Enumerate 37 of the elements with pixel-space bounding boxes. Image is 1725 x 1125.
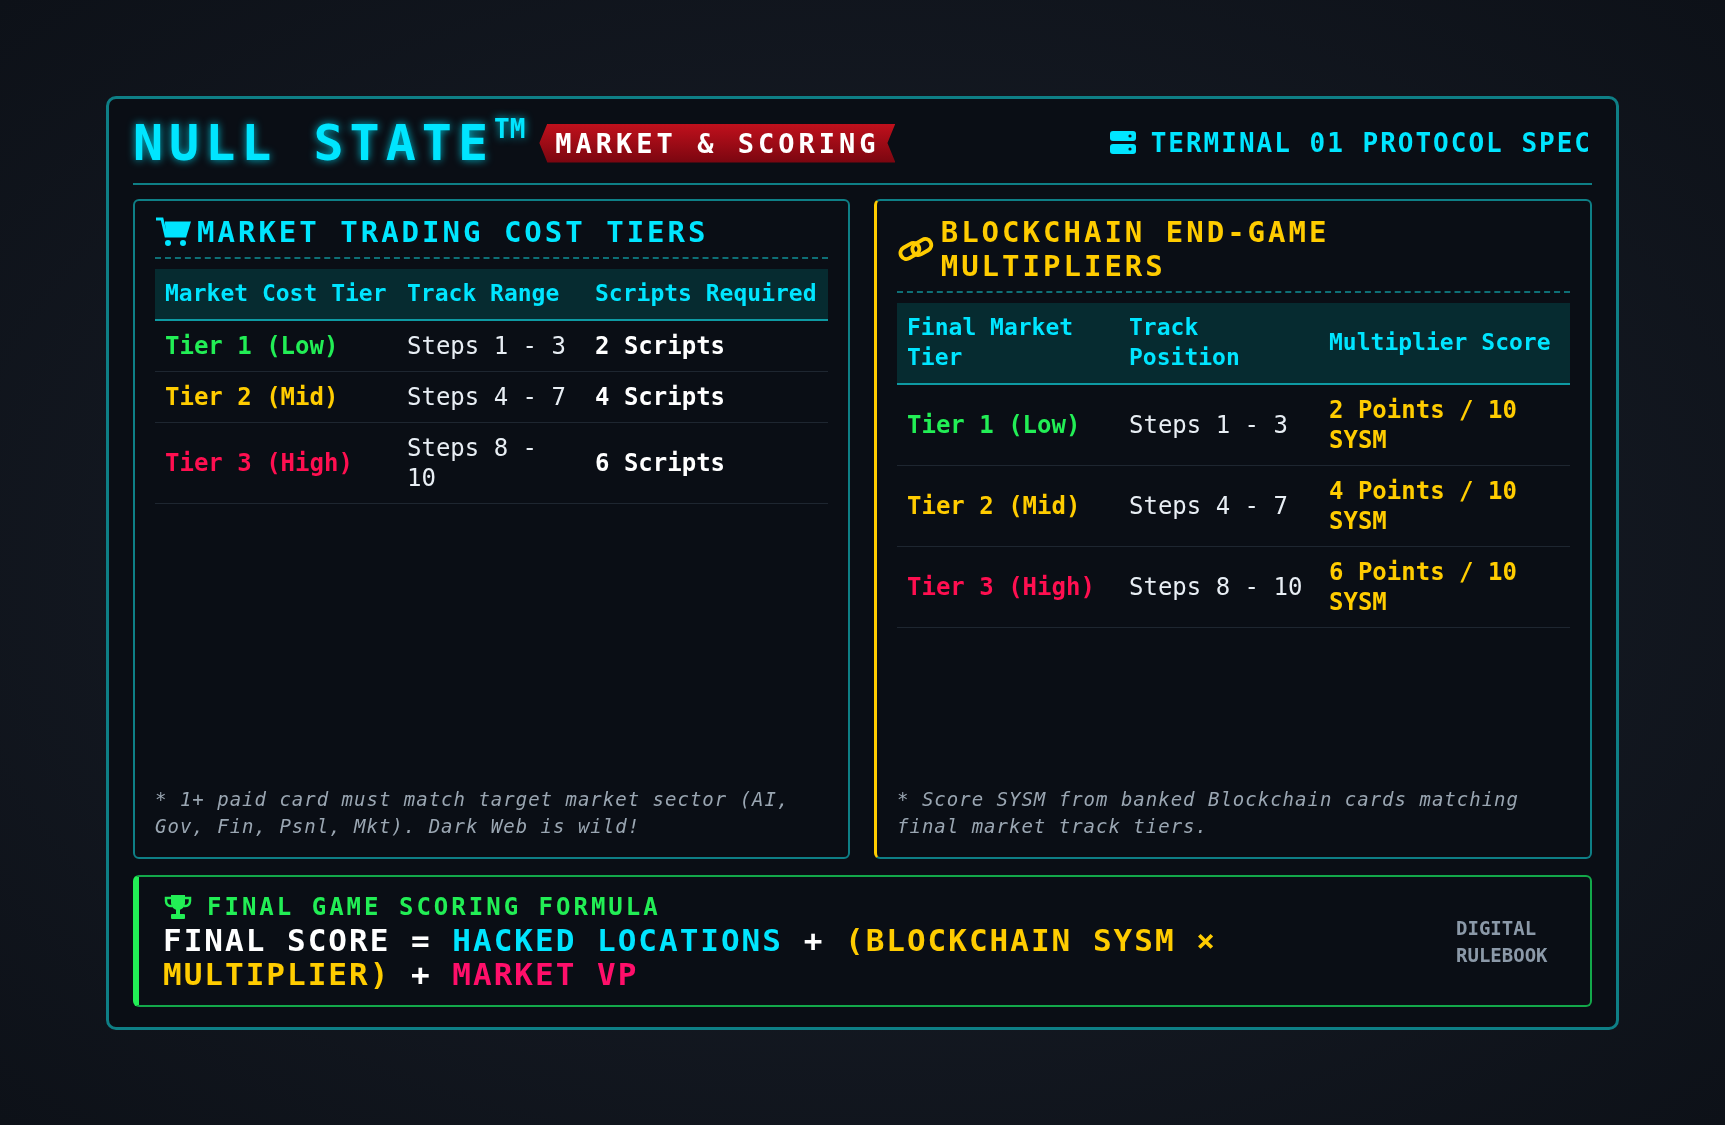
table-cell-text: Tier 2 (Mid) [164, 381, 340, 413]
table-cell-text: 6 Scripts [594, 447, 727, 479]
rulebook-label: DIGITAL RULEBOOK [1456, 916, 1549, 968]
link-icon [897, 235, 935, 263]
table-cell-text: Steps 1 - 3 [406, 330, 567, 362]
column-header: Final Market Tier [906, 313, 1075, 372]
section-banner: MARKET & SCORING [539, 123, 896, 163]
panel-title: MARKET TRADING COST TIERS [197, 215, 709, 249]
column-header: Track Range [406, 279, 561, 308]
table-cell-text: 6 Points / 10 SYSM [1328, 556, 1518, 618]
table-cell-text: Steps 8 - 10 [406, 432, 539, 494]
table-cell-text: Tier 3 (High) [906, 571, 1096, 603]
score-formula: FINAL SCORE = HACKED LOCATIONS + (BLOCKCHAIN SYSM × MULTIPLIER) + MARKET VP [163, 922, 1218, 992]
table-cell-text: Tier 2 (Mid) [906, 490, 1082, 522]
table-cell-text: Steps 4 - 7 [1128, 490, 1289, 522]
table-cell-text: 4 Points / 10 SYSM [1328, 475, 1518, 537]
table-cell-text: Steps 4 - 7 [406, 381, 567, 413]
table-cell-text: Tier 3 (High) [164, 447, 354, 479]
column-header: Market Cost Tier [164, 279, 388, 308]
terminal-label: TERMINAL 01 PROTOCOL SPEC [1150, 128, 1592, 158]
table-cell-text: Tier 1 (Low) [906, 409, 1082, 441]
table-cell-text: 4 Scripts [594, 381, 727, 413]
column-header: Scripts Required [594, 279, 818, 308]
table-cell-text: 2 Scripts [594, 330, 727, 362]
footnote: * 1+ paid card must match target market sector (AI, Gov, Fin, Psnl, Mkt). Dark Web is wild! [155, 786, 791, 840]
footnote: * Score SYSM from banked Blockchain cards matching final market track tiers. [897, 786, 1520, 840]
column-header: Track Position [1128, 313, 1241, 372]
cart-icon [155, 216, 191, 248]
table-cell-text: Steps 8 - 10 [1128, 571, 1304, 603]
table-cell-text: Steps 1 - 3 [1128, 409, 1289, 441]
column-header: Multiplier Score [1328, 327, 1552, 357]
server-icon [1108, 130, 1137, 156]
trophy-icon [163, 892, 193, 921]
panel-title: BLOCKCHAIN END-GAME MULTIPLIERS [940, 215, 1331, 283]
formula-title: FINAL GAME SCORING FORMULA [207, 892, 661, 921]
table-cell-text: 2 Points / 10 SYSM [1328, 394, 1518, 456]
table-cell-text: Tier 1 (Low) [164, 330, 340, 362]
